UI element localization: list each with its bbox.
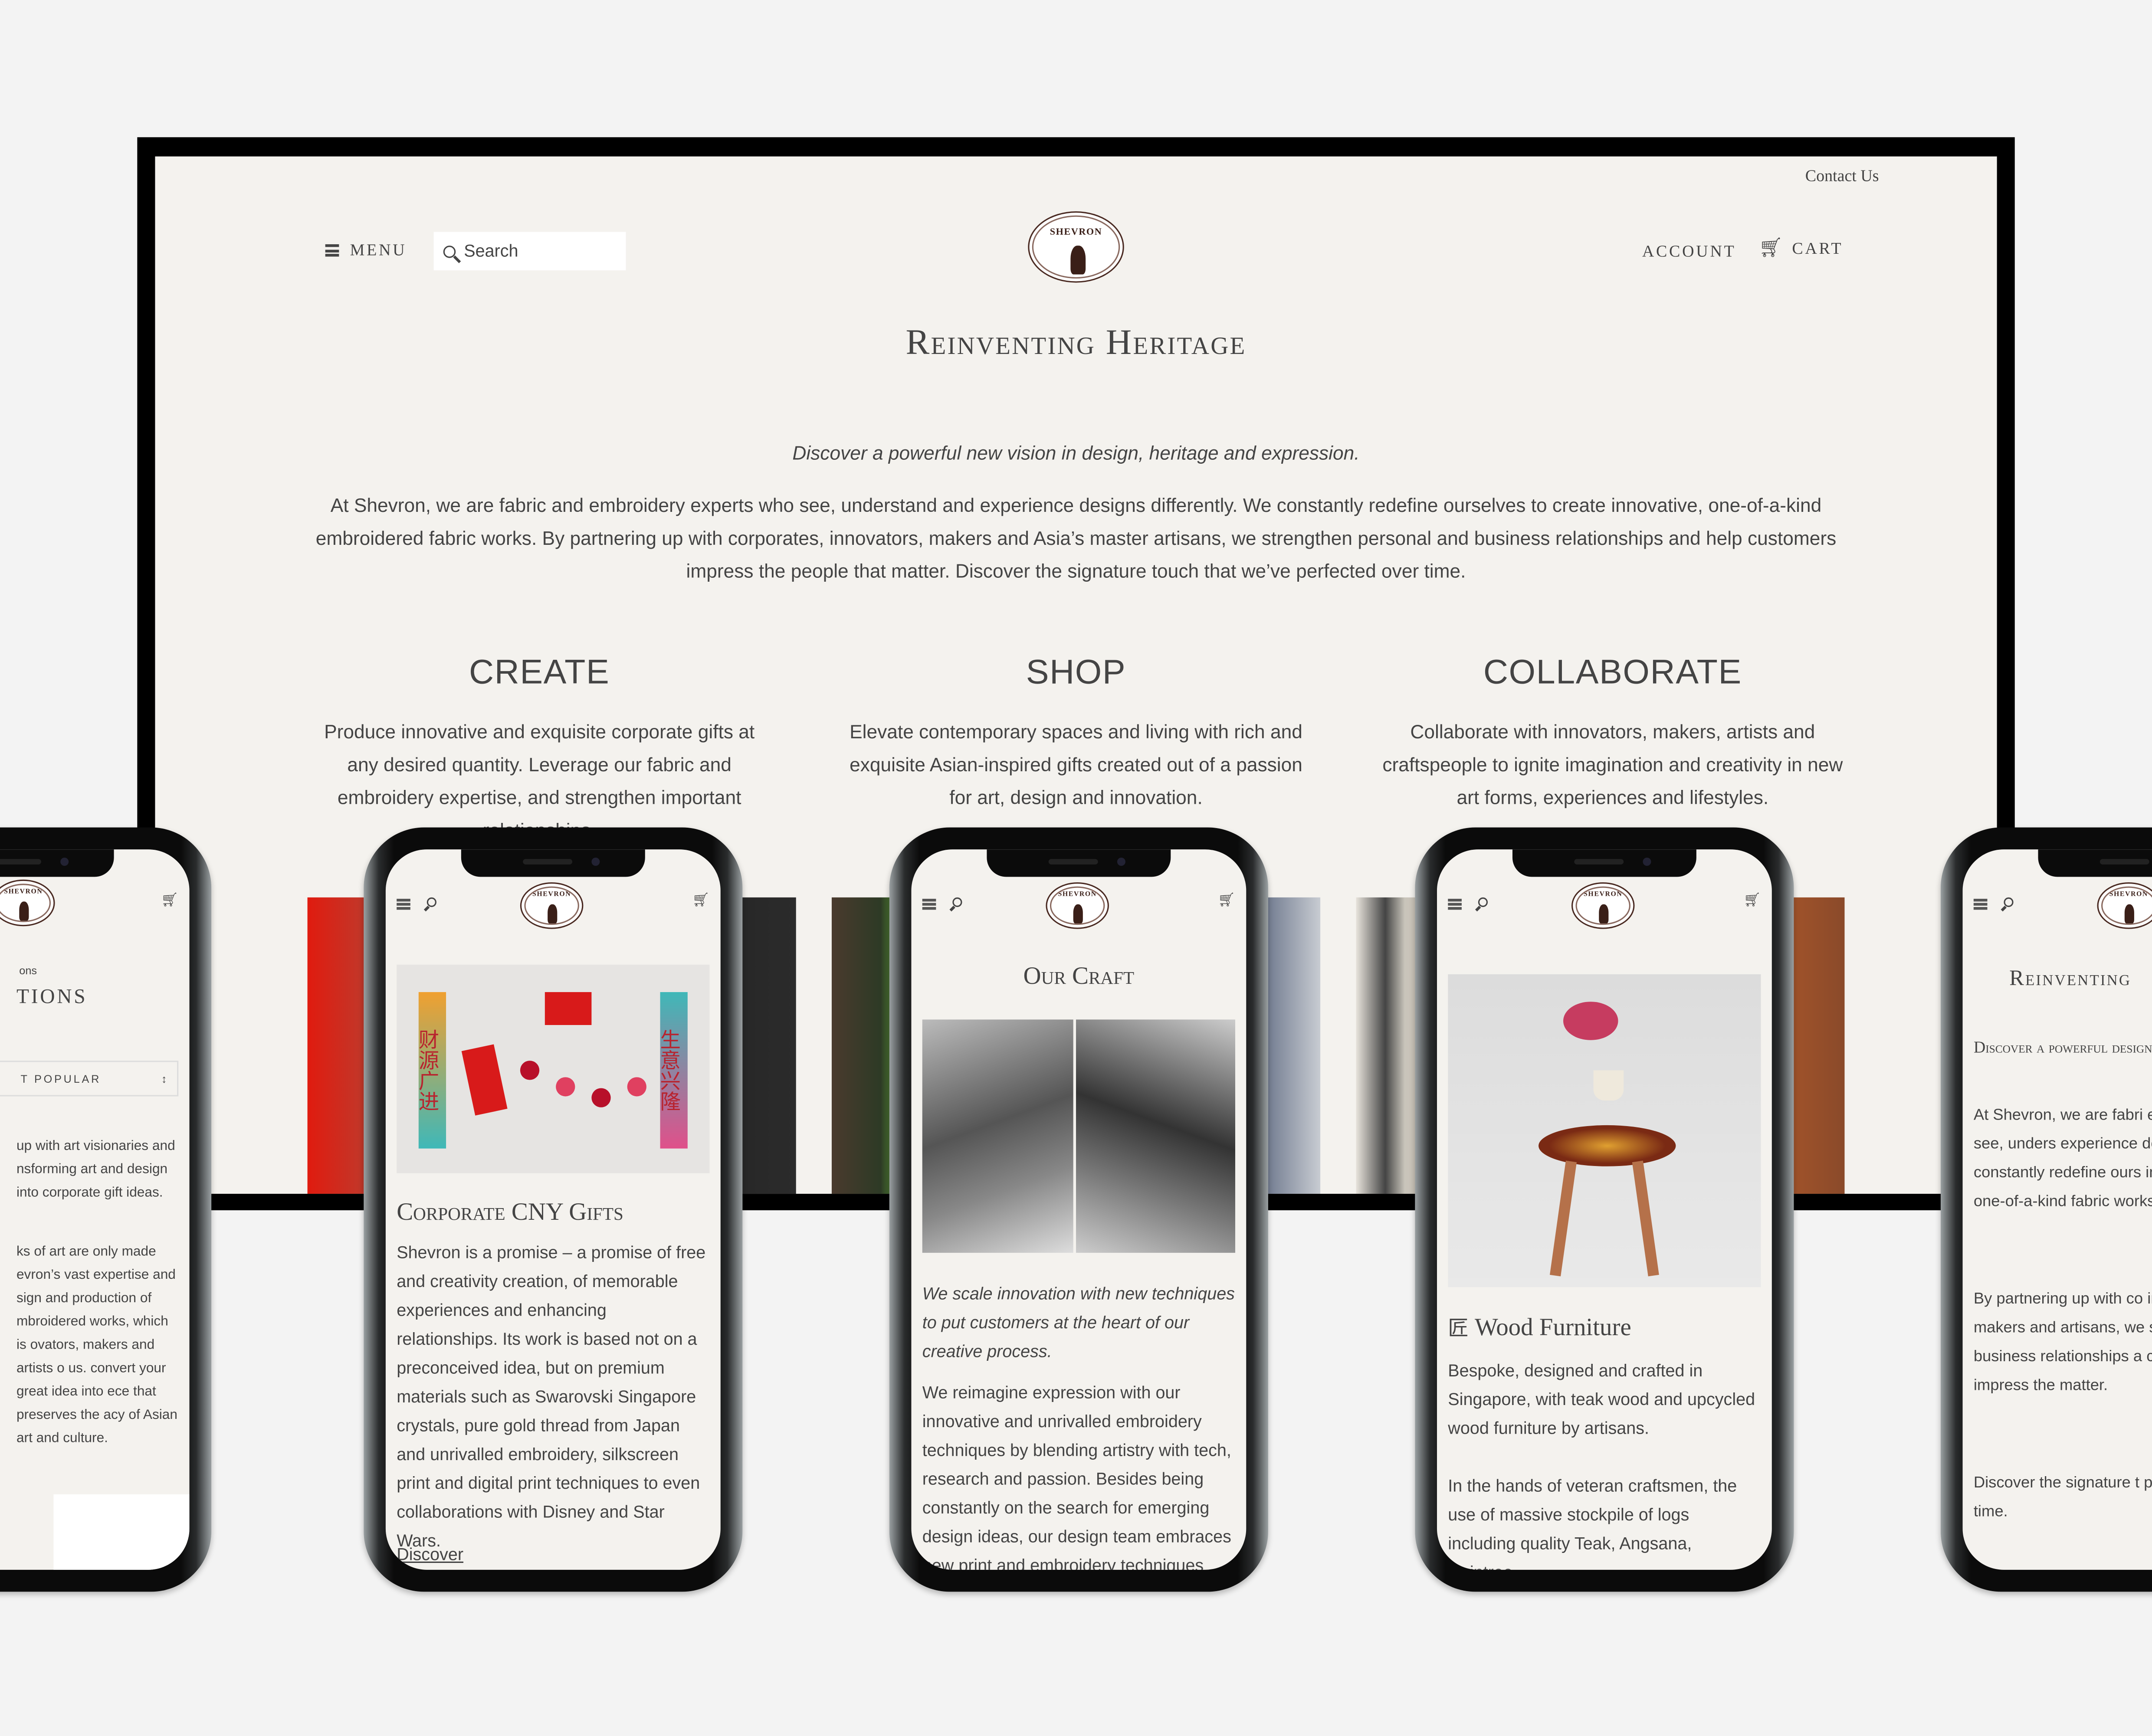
column-heading: COLLABORATE: [1483, 653, 1742, 692]
red-coasters: [545, 992, 592, 1025]
phone-notch: [2038, 849, 2152, 877]
phone-screen: SHEVRON 🛒︎ ons TIONS T POPULAR ↕ up with …: [0, 849, 190, 1570]
intro-paragraph: At Shevron, we are fabric and embroidery…: [315, 494, 1837, 582]
section-title: Our Craft: [1023, 962, 1135, 989]
shevron-logo[interactable]: SHEVRON: [520, 882, 584, 929]
page-title: Reinventing Heritage: [905, 322, 1247, 363]
cart-icon[interactable]: 🛒︎: [692, 893, 709, 908]
phone-notch: [1512, 849, 1696, 877]
shevron-logo[interactable]: SHEVRON: [1028, 211, 1124, 283]
phone-notch: [0, 849, 114, 877]
section-title: Corporate CNY Gifts: [397, 1198, 623, 1225]
phone-notch: [461, 849, 645, 877]
red-envelope: [461, 1044, 508, 1116]
furniture-body-2: In the hands of veteran craftsmen, the u…: [1448, 1476, 1737, 1570]
craft-body: We reimagine expression with our innovat…: [922, 1383, 1231, 1570]
menu-label: MENU: [350, 240, 407, 259]
shevron-logo[interactable]: SHEVRON: [1046, 882, 1109, 929]
column-text: Produce innovative and exquisite corpora…: [324, 720, 755, 841]
section-title-text: Wood Furniture: [1475, 1313, 1631, 1341]
search-icon[interactable]: [1478, 897, 1488, 907]
hamburger-icon[interactable]: [397, 898, 410, 910]
search-icon: [443, 245, 456, 258]
subtitle: Discover a powerful design, heritage and: [1973, 1037, 2152, 1057]
hamburger-icon[interactable]: [1448, 898, 1462, 910]
menu-button[interactable]: MENU: [325, 240, 407, 261]
craft-photo-left: [922, 1019, 1073, 1253]
phone-screen: 🛒︎ SHEVRON 匠 Wood Furniture Bespoke, des…: [1437, 849, 1772, 1570]
collection-description-2: ks of art are only made evron’s vast exp…: [16, 1245, 178, 1447]
hamburger-icon: [325, 244, 339, 257]
section-title: Reinventing: [2009, 967, 2132, 991]
section-title: 匠 Wood Furniture: [1448, 1313, 1761, 1342]
search-icon[interactable]: [952, 897, 962, 907]
phone-collections: SHEVRON 🛒︎ ons TIONS T POPULAR ↕ up with …: [0, 827, 212, 1592]
column-heading: CREATE: [469, 653, 610, 692]
ornaments: [520, 1061, 685, 1107]
column-collaborate: COLLABORATE Collaborate with innovators,…: [1379, 653, 1846, 814]
tagline: Discover a powerful new vision in design…: [792, 442, 1360, 464]
column-text: Elevate contemporary spaces and living w…: [850, 720, 1302, 809]
sort-value: T POPULAR: [20, 1072, 102, 1085]
phone-cny-gifts: 🛒︎ SHEVRON 财源广进 生意兴隆 Corporate CNY Gifts…: [364, 827, 743, 1592]
contact-us-link[interactable]: Contact Us: [1805, 166, 1879, 187]
craft-photo-right: [1076, 1019, 1235, 1253]
shevron-logo[interactable]: SHEVRON: [0, 879, 55, 927]
orchid-flowers: [1563, 1002, 1618, 1040]
discover-link[interactable]: Discover: [397, 1541, 709, 1569]
craft-quote: We scale innovation with new techniques …: [922, 1284, 1235, 1361]
stool-leg: [1632, 1160, 1659, 1277]
phone-screen: 🛒︎ SHEVRON 财源广进 生意兴隆 Corporate CNY Gifts…: [385, 849, 721, 1570]
phone-notch: [987, 849, 1171, 877]
select-arrows-icon: ↕: [161, 1072, 169, 1085]
phone-our-craft: 🛒︎ SHEVRON Our Craft We scale innovation…: [889, 827, 1268, 1592]
cart-label: CART: [1792, 239, 1844, 258]
embroiderer-figure-icon: [20, 902, 30, 920]
column-create: CREATE Produce innovative and exquisite …: [306, 653, 773, 847]
breadcrumb: ons: [19, 964, 37, 977]
intro-p2: By partnering up with co innovators, mak…: [1973, 1291, 2152, 1394]
shevron-logo[interactable]: SHEVRON: [1571, 882, 1635, 929]
mockup-stage: Contact Us MENU Search SHEVRON ACCOUNT 🛒…: [0, 0, 2152, 1736]
hamburger-icon[interactable]: [922, 898, 936, 910]
intro-p1: At Shevron, we are fabri experts who see…: [1973, 1107, 2152, 1211]
intro-p3: Discover the signature t perfected over …: [1973, 1475, 2152, 1520]
sort-select[interactable]: T POPULAR ↕: [0, 1061, 179, 1097]
collection-description: up with art visionaries and nsforming ar…: [16, 1139, 175, 1201]
phone-screen: SHEVRON Reinventing Discover a powerful …: [1962, 849, 2152, 1570]
embroiderer-figure-icon: [1070, 246, 1086, 275]
embroiderer-figure-icon: [548, 904, 558, 924]
column-heading: SHOP: [1026, 653, 1126, 692]
account-link[interactable]: ACCOUNT: [1642, 242, 1736, 262]
stool-top: [1539, 1125, 1676, 1166]
search-icon[interactable]: [426, 897, 436, 907]
search-placeholder: Search: [464, 241, 518, 261]
banner-left: 财源广进: [416, 992, 446, 1149]
hamburger-icon[interactable]: [1973, 898, 1988, 910]
embroiderer-figure-icon: [1073, 904, 1084, 924]
cart-icon[interactable]: 🛒︎: [1218, 893, 1235, 908]
embroiderer-figure-icon: [2125, 904, 2135, 924]
search-icon[interactable]: [2004, 897, 2014, 907]
cart-icon[interactable]: 🛒︎: [1743, 893, 1761, 908]
column-text: Collaborate with innovators, makers, art…: [1382, 720, 1843, 809]
stool-leg: [1549, 1160, 1577, 1277]
phone-home: SHEVRON Reinventing Discover a powerful …: [1940, 827, 2152, 1592]
artisan-glyph-icon: 匠: [1448, 1316, 1469, 1341]
embroiderer-figure-icon: [1599, 904, 1609, 924]
cny-gifts-image: 财源广进 生意兴隆: [397, 964, 710, 1173]
cart-link[interactable]: 🛒︎ CART: [1759, 239, 1844, 259]
section-body: Shevron is a promise – a promise of free…: [397, 1243, 706, 1551]
cart-icon: 🛒︎: [1758, 238, 1785, 259]
search-input[interactable]: Search: [433, 232, 626, 271]
flower-pot: [1593, 1070, 1624, 1101]
column-shop: SHOP Elevate contemporary spaces and liv…: [843, 653, 1309, 814]
collection-title: TIONS: [16, 986, 88, 1009]
phone-wood-furniture: 🛒︎ SHEVRON 匠 Wood Furniture Bespoke, des…: [1415, 827, 1794, 1592]
furniture-body: Bespoke, designed and crafted in Singapo…: [1448, 1361, 1755, 1438]
wood-stool-image: [1448, 974, 1761, 1287]
phone-screen: 🛒︎ SHEVRON Our Craft We scale innovation…: [911, 849, 1247, 1570]
cart-icon[interactable]: 🛒︎: [161, 893, 178, 908]
product-thumbnail[interactable]: [53, 1494, 190, 1570]
